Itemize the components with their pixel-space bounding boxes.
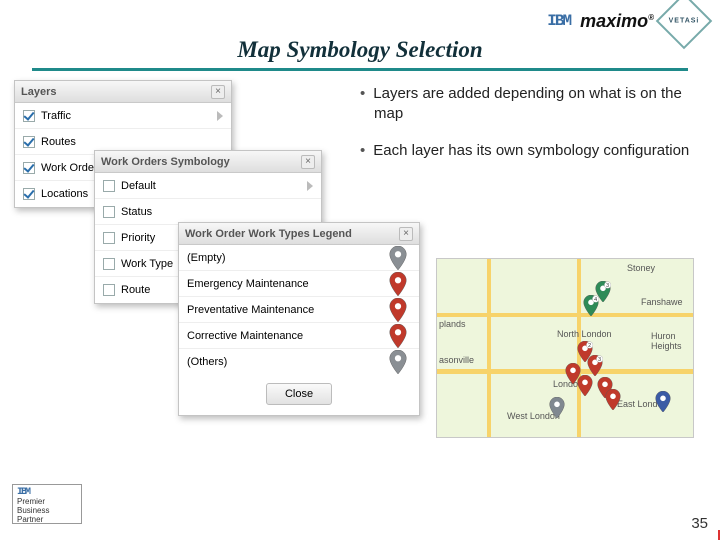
map-panel[interactable]: Stoney Fanshawe plands Huron Heights asonvil… [436,258,694,438]
symbology-label: Default [121,180,156,192]
svg-text:3: 3 [598,357,601,363]
checkbox-icon[interactable] [23,136,35,148]
close-icon[interactable]: × [399,227,413,241]
bullet-item: Layers are added depending on what is on… [360,84,694,125]
symbology-label: Status [121,206,152,218]
chevron-right-icon[interactable] [217,111,223,121]
bullet-item: Each layer has its own symbology configu… [360,141,694,161]
legend-dialog-header: Work Order Work Types Legend × [179,223,419,245]
symbology-label: Route [121,284,150,296]
symbology-label: Work Type [121,258,173,270]
map-pin-icon[interactable] [549,397,565,419]
layers-dialog-header: Layers × [15,81,231,103]
close-icon[interactable]: × [301,155,315,169]
symbology-dialog-title: Work Orders Symbology [101,156,230,168]
legend-row[interactable]: Corrective Maintenance [179,323,419,349]
legend-label: Emergency Maintenance [187,278,309,290]
legend-row[interactable]: Emergency Maintenance [179,271,419,297]
partner-line: Partner [17,516,77,525]
legend-dialog: Work Order Work Types Legend × (Empty) Em… [178,222,420,416]
close-icon[interactable]: × [211,85,225,99]
map-label: asonville [439,355,474,365]
ibm-partner-badge: IBM Premier Business Partner [12,484,82,524]
map-label: Fanshawe [641,297,683,307]
checkbox-icon[interactable] [103,180,115,192]
layer-label: Traffic [41,110,71,122]
map-label: Stoney [627,263,655,273]
map-pin-icon[interactable] [577,375,593,397]
title-underline [32,68,688,71]
symbology-label: Priority [121,232,155,244]
legend-row[interactable]: (Empty) [179,245,419,271]
bullet-list: Layers are added depending on what is on… [360,84,694,177]
checkbox-icon[interactable] [23,188,35,200]
layer-label: Locations [41,188,88,200]
checkbox-icon[interactable] [23,110,35,122]
legend-label: (Empty) [187,252,226,264]
checkbox-icon[interactable] [103,258,115,270]
layer-label: Routes [41,136,76,148]
legend-dialog-title: Work Order Work Types Legend [185,228,352,240]
svg-text:2: 2 [588,343,591,349]
checkbox-icon[interactable] [103,284,115,296]
checkbox-icon[interactable] [103,206,115,218]
page-number: 35 [691,515,708,532]
legend-label: Corrective Maintenance [187,330,303,342]
map-pin-icon [389,298,407,322]
map-pin-icon [389,324,407,348]
map-pin-icon [389,350,407,374]
page-title: Map Symbology Selection [0,36,720,64]
layer-row-traffic[interactable]: Traffic [15,103,231,129]
legend-row[interactable]: (Others) [179,349,419,375]
svg-text:4: 4 [594,297,597,303]
symbology-row-default[interactable]: Default [95,173,321,199]
map-pin-icon [389,272,407,296]
map-label: North London [557,329,612,339]
map-label: plands [439,319,466,329]
brand-bar: IBM maximo® VETASi [547,6,704,36]
layers-dialog-title: Layers [21,86,56,98]
close-button[interactable]: Close [266,383,332,405]
legend-row[interactable]: Preventative Maintenance [179,297,419,323]
chevron-right-icon[interactable] [307,181,313,191]
svg-text:3: 3 [606,283,609,289]
checkbox-icon[interactable] [23,162,35,174]
symbology-dialog-header: Work Orders Symbology × [95,151,321,173]
checkbox-icon[interactable] [103,232,115,244]
map-pin-icon[interactable]: 4 [583,295,599,317]
maximo-logo: maximo® [580,12,654,30]
map-pin-icon[interactable]: 3 [587,355,603,377]
legend-label: Preventative Maintenance [187,304,314,316]
map-label: Huron Heights [651,331,693,351]
map-pin-icon[interactable] [605,389,621,411]
map-pin-icon [389,246,407,270]
ibm-logo: IBM [547,13,570,29]
legend-label: (Others) [187,356,227,368]
map-pin-icon[interactable] [655,391,671,413]
